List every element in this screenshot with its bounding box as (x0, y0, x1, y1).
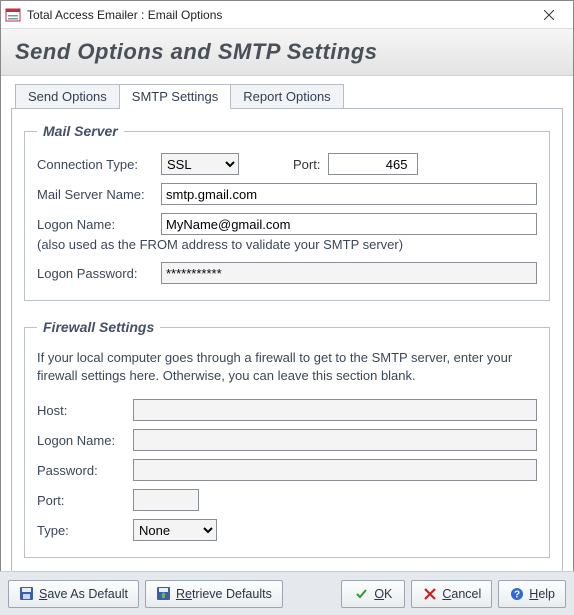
server-name-input[interactable] (161, 183, 537, 205)
fw-password-input[interactable] (133, 459, 537, 481)
fw-type-select[interactable]: None (133, 519, 217, 541)
connection-type-select[interactable]: SSL (161, 153, 239, 175)
firewall-description: If your local computer goes through a fi… (37, 349, 537, 385)
fw-password-label: Password: (37, 463, 133, 478)
page-title: Send Options and SMTP Settings (15, 39, 559, 65)
fw-host-input[interactable] (133, 399, 537, 421)
mail-server-group: Mail Server Connection Type: SSL Port: M… (24, 123, 550, 301)
port-label: Port: (293, 157, 320, 172)
close-button[interactable] (529, 1, 569, 28)
fw-host-label: Host: (37, 403, 133, 418)
window-title: Total Access Emailer : Email Options (27, 8, 529, 22)
port-input[interactable] (328, 153, 418, 175)
svg-text:?: ? (514, 589, 520, 600)
check-icon (354, 586, 369, 601)
retrieve-icon (156, 586, 171, 601)
fw-logon-label: Logon Name: (37, 433, 133, 448)
mail-server-legend: Mail Server (37, 123, 124, 139)
fw-port-input[interactable] (133, 489, 199, 511)
ok-button[interactable]: OK (341, 580, 405, 608)
help-button[interactable]: ? Help (498, 580, 566, 608)
tab-strip: Send Options SMTP Settings Report Option… (15, 84, 563, 109)
close-icon (544, 10, 554, 20)
page-header: Send Options and SMTP Settings (1, 29, 573, 76)
server-name-label: Mail Server Name: (37, 187, 161, 202)
cancel-icon (422, 586, 437, 601)
tab-report-options[interactable]: Report Options (231, 84, 343, 109)
logon-password-label: Logon Password: (37, 266, 161, 281)
app-icon (5, 7, 21, 23)
fw-type-label: Type: (37, 523, 133, 538)
tab-smtp-settings[interactable]: SMTP Settings (120, 84, 231, 109)
fw-logon-input[interactable] (133, 429, 537, 451)
connection-type-label: Connection Type: (37, 157, 161, 172)
save-icon (19, 586, 34, 601)
firewall-group: Firewall Settings If your local computer… (24, 319, 550, 558)
firewall-legend: Firewall Settings (37, 319, 160, 335)
retrieve-defaults-button[interactable]: Retrieve Defaults (145, 580, 283, 608)
fw-port-label: Port: (37, 493, 133, 508)
tab-panel: Mail Server Connection Type: SSL Port: M… (11, 108, 563, 606)
logon-name-input[interactable] (161, 213, 537, 235)
tab-send-options[interactable]: Send Options (15, 84, 120, 109)
title-bar: Total Access Emailer : Email Options (1, 1, 573, 29)
logon-name-label: Logon Name: (37, 217, 161, 232)
button-bar: Save As Default Retrieve Defaults OK Can… (0, 571, 574, 615)
help-icon: ? (509, 586, 524, 601)
logon-hint: (also used as the FROM address to valida… (37, 237, 537, 252)
logon-password-input[interactable] (161, 262, 537, 284)
cancel-button[interactable]: Cancel (411, 580, 492, 608)
save-as-default-button[interactable]: Save As Default (8, 580, 139, 608)
